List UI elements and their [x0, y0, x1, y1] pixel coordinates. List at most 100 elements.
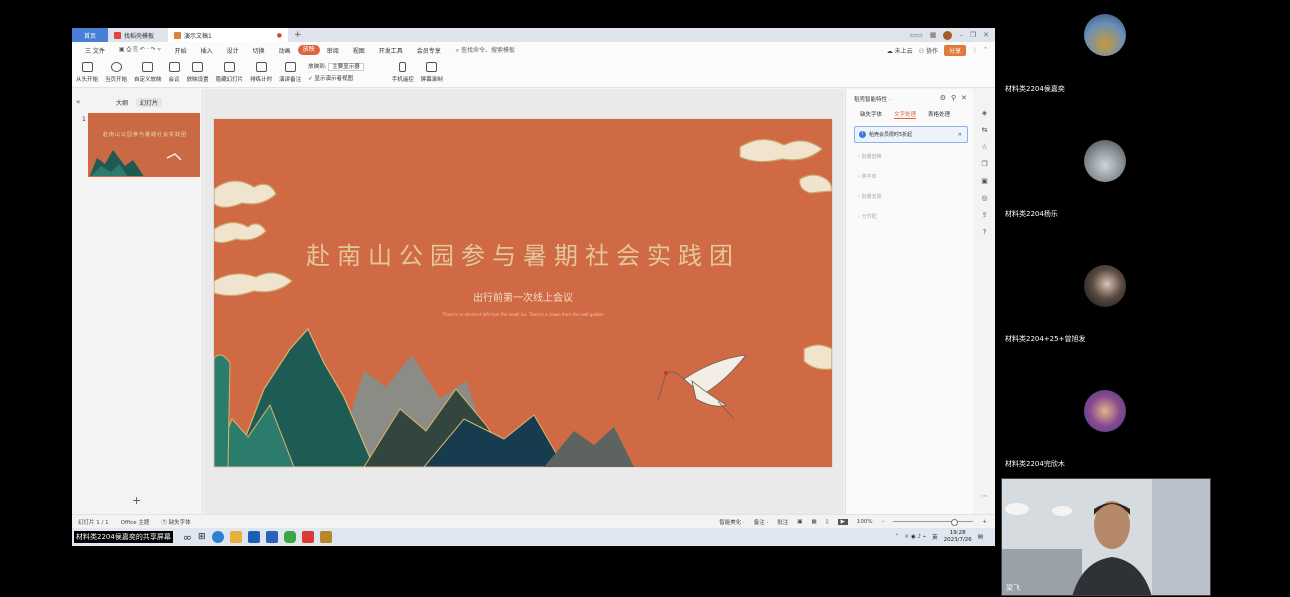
clock[interactable]: 19:28 2023/7/26: [944, 530, 972, 544]
edge-icon[interactable]: [211, 531, 224, 543]
restore-icon[interactable]: ❐: [970, 31, 976, 39]
avatar[interactable]: [1084, 265, 1126, 307]
minimize-icon[interactable]: –: [959, 31, 963, 39]
slide-thumbnail[interactable]: 赴南山公园参与暑期社会实践团: [88, 113, 200, 177]
quick-access-icons[interactable]: ▣ ⎙ ⎘ ↶ · ↷ ▿: [112, 46, 168, 54]
view-normal-icon[interactable]: ▣: [797, 519, 802, 525]
tray-chevron-icon[interactable]: ˄: [896, 534, 899, 540]
zoom-slider[interactable]: [893, 519, 974, 526]
menu-design[interactable]: 设计: [220, 46, 246, 55]
tab-outline[interactable]: 大纲: [116, 98, 128, 107]
add-slide-button[interactable]: +: [132, 494, 141, 507]
presenter-view-checkbox[interactable]: ✓ 显示演示者视图: [308, 74, 364, 82]
meeting-app-icon[interactable]: [247, 531, 260, 543]
share-icon[interactable]: ⇪: [982, 211, 988, 219]
collapse-ribbon-icon[interactable]: ˄: [984, 47, 987, 54]
notification-icon[interactable]: ▤: [978, 534, 983, 540]
menu-slideshow[interactable]: 放映: [297, 45, 320, 55]
show-settings-button[interactable]: 放映设置: [187, 62, 209, 83]
menu-transition[interactable]: 切换: [246, 46, 272, 55]
ime-indicator[interactable]: 英: [932, 533, 938, 541]
layout-icon[interactable]: ▭▭: [909, 31, 922, 39]
hide-slide-button[interactable]: 隐藏幻灯片: [216, 62, 243, 83]
menu-review[interactable]: 审阅: [320, 46, 346, 55]
tab-slides[interactable]: 幻灯片: [136, 98, 163, 107]
gear-icon[interactable]: ⚙: [940, 94, 946, 102]
collab-button[interactable]: ⚇ 协作: [919, 46, 938, 55]
cloud-status[interactable]: ☁ 未上云: [887, 46, 913, 55]
new-tab-button[interactable]: +: [288, 30, 308, 40]
play-button[interactable]: ▶: [837, 518, 848, 525]
menu-member[interactable]: 会员专享: [410, 46, 448, 55]
comments-button[interactable]: 批注: [777, 518, 788, 526]
folder-icon[interactable]: [229, 531, 242, 543]
wechat-icon[interactable]: [283, 531, 296, 543]
help-icon[interactable]: ?: [983, 228, 987, 236]
style-icon[interactable]: ◈: [982, 109, 987, 117]
close-icon[interactable]: ●: [277, 32, 282, 39]
tab-home[interactable]: 首页: [72, 28, 108, 42]
play-current-button[interactable]: 当页开始: [105, 62, 127, 83]
outlook-icon[interactable]: [265, 531, 278, 543]
copy-icon[interactable]: ❐: [981, 160, 987, 168]
wps-icon[interactable]: [301, 531, 314, 543]
tray-icons[interactable]: ☼ ◉ ♪ ⌁: [904, 534, 926, 540]
panel-item[interactable]: › 批量替换: [858, 153, 882, 160]
view-grid-icon[interactable]: ▦: [811, 519, 816, 525]
image-icon[interactable]: ▣: [981, 177, 988, 185]
animation-icon[interactable]: ☆: [981, 143, 987, 151]
share-button[interactable]: 分享: [943, 44, 966, 56]
tab-text-processing[interactable]: 文字处理: [894, 110, 917, 119]
grid-icon[interactable]: ▦: [930, 31, 937, 39]
app-icon[interactable]: [319, 531, 332, 543]
smart-icon[interactable]: ◎: [981, 194, 987, 202]
screen-record-button[interactable]: 屏幕录制: [421, 62, 443, 83]
transform-icon[interactable]: ⇆: [982, 126, 988, 134]
tab-presentation[interactable]: 演示文稿1 ●: [168, 28, 288, 42]
pin-icon[interactable]: ⚲: [951, 94, 956, 102]
member-notice[interactable]: i 稻壳会员限时5折起 ✕: [854, 126, 968, 143]
menu-view[interactable]: 视图: [346, 46, 372, 55]
tab-template[interactable]: 找稻壳模板: [108, 28, 168, 42]
menu-animation[interactable]: 动画: [272, 46, 298, 55]
collapse-panel-icon[interactable]: «: [76, 98, 80, 106]
view-reading-icon[interactable]: ▯: [826, 519, 829, 525]
panel-item[interactable]: › 批量去除: [858, 193, 882, 200]
close-notice-icon[interactable]: ✕: [958, 132, 962, 138]
avatar[interactable]: [1084, 140, 1126, 182]
menu-home[interactable]: 开始: [168, 46, 194, 55]
meeting-button[interactable]: 会议: [168, 62, 180, 83]
close-icon[interactable]: ✕: [961, 94, 967, 102]
menu-insert[interactable]: 插入: [194, 46, 220, 55]
close-window-icon[interactable]: ✕: [983, 31, 989, 39]
slide[interactable]: 赴南山公园参与暑期社会实践团 出行前第一次线上会议 There's no sho…: [214, 119, 832, 467]
slide-subtitle[interactable]: 出行前第一次线上会议: [214, 289, 832, 304]
display-select[interactable]: 主要显示器: [328, 63, 364, 71]
more-icon[interactable]: ⋮: [972, 47, 978, 54]
panel-item[interactable]: › 分节框: [858, 213, 877, 220]
tab-missing-fonts[interactable]: 缺失字体: [860, 110, 882, 119]
play-from-start-button[interactable]: 从头开始: [76, 62, 98, 83]
video-feed[interactable]: 梁飞: [1001, 478, 1211, 596]
menu-file[interactable]: 三 文件: [78, 46, 112, 55]
rehearse-button[interactable]: 排练计时: [250, 62, 272, 83]
theme-name[interactable]: Office 主题: [121, 518, 150, 526]
beautify-button[interactable]: 智能美化 ·: [719, 518, 745, 526]
zoom-value[interactable]: 100%: [857, 519, 873, 525]
zoom-out-button[interactable]: –: [882, 519, 885, 525]
slide-title[interactable]: 赴南山公园参与暑期社会实践团: [214, 236, 832, 271]
task-view-icon[interactable]: ⊞: [198, 532, 206, 542]
zoom-in-button[interactable]: +: [982, 519, 987, 525]
menu-developer[interactable]: 开发工具: [372, 46, 410, 55]
infinity-icon[interactable]: ∞: [183, 531, 192, 544]
slide-caption[interactable]: There's no shortcut left from the small …: [214, 312, 832, 317]
phone-remote-button[interactable]: 手机遥控: [392, 62, 414, 83]
command-search[interactable]: ⌕ 查找命令、搜索模板: [456, 45, 515, 55]
notes-button[interactable]: 备注 ·: [754, 518, 769, 526]
custom-show-button[interactable]: 自定义放映: [134, 62, 162, 83]
avatar[interactable]: [1084, 390, 1126, 432]
tab-table-processing[interactable]: 表格处理: [928, 110, 950, 119]
more-icon[interactable]: ⋯: [981, 492, 988, 500]
panel-item[interactable]: › 换字体: [858, 173, 877, 180]
avatar[interactable]: [1084, 14, 1126, 56]
